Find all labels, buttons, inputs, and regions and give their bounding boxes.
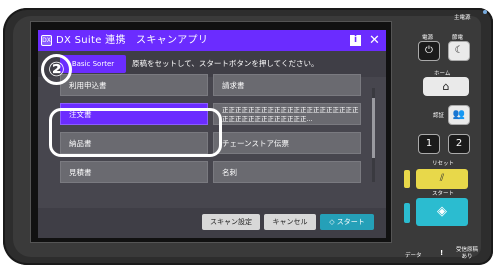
info-icon[interactable]: i: [350, 35, 361, 46]
reset-side-indicator: [404, 170, 410, 188]
reset-button[interactable]: ⫽: [416, 169, 468, 189]
reset-label: リセット: [432, 161, 455, 167]
bottom-bar: スキャン設定 キャンセル ◇ スタート: [38, 208, 386, 238]
close-icon[interactable]: ✕: [369, 30, 380, 51]
start-icon: ◇: [329, 218, 337, 226]
scrollbar[interactable]: [372, 88, 375, 182]
title-bar: DX DX Suite 連携 スキャンアプリ i ✕: [38, 30, 386, 51]
start-hw-label: スタート: [432, 191, 455, 197]
start-button[interactable]: ◇ スタート: [320, 214, 374, 230]
doc-button-meishi[interactable]: 名刺: [213, 161, 361, 183]
alert-icon: !: [440, 249, 444, 257]
users-icon: 👥: [452, 109, 466, 120]
power-save-button[interactable]: ☾: [448, 41, 470, 61]
main-power-led: [483, 10, 487, 14]
doc-button-long-name[interactable]: 正正正正正正正正正正正正正正正正正正正正正正正正正正正正正正正正正正...: [213, 103, 361, 125]
auth-label: 認証: [433, 113, 445, 119]
power-button[interactable]: ⏻: [418, 41, 440, 61]
moon-icon: ☾: [454, 45, 464, 56]
power-save-label: 節電: [452, 35, 464, 41]
scrollbar-thumb[interactable]: [372, 98, 375, 158]
key-2-button[interactable]: 2: [448, 134, 470, 154]
doc-button-riyou-moushikomisho[interactable]: 利用申込書: [60, 74, 208, 96]
hardware-start-button[interactable]: ◈: [416, 198, 468, 226]
start-side-indicator: [404, 203, 410, 223]
cancel-button[interactable]: キャンセル: [264, 214, 316, 230]
home-button[interactable]: ⌂: [423, 77, 469, 96]
power-icon: ⏻: [425, 45, 433, 56]
doc-button-mitsumorisho[interactable]: 見積書: [60, 161, 208, 183]
power-label: 電源: [422, 35, 434, 41]
doc-button-seikyusho[interactable]: 請求書: [213, 74, 361, 96]
selection-highlight: [49, 108, 222, 157]
main-power-label: 主電源: [454, 15, 471, 21]
app-logo-icon: DX: [41, 35, 52, 46]
start-button-label: スタート: [336, 218, 365, 226]
doc-button-chain-store[interactable]: チェーンストア伝票: [213, 132, 361, 154]
home-icon: ⌂: [442, 80, 450, 93]
app-title: DX Suite 連携 スキャンアプリ: [56, 35, 209, 46]
fax-received-label: 受信原稿 あり: [456, 247, 479, 260]
auth-button[interactable]: 👥: [448, 105, 470, 125]
scan-settings-button[interactable]: スキャン設定: [202, 214, 260, 230]
data-label: データ: [405, 253, 422, 259]
home-label: ホーム: [434, 71, 451, 77]
reset-icon: ⫽: [439, 173, 445, 184]
start-diamond-icon: ◈: [437, 204, 447, 219]
step-number-badge: ②: [41, 54, 72, 85]
key-1-button[interactable]: 1: [418, 134, 440, 154]
